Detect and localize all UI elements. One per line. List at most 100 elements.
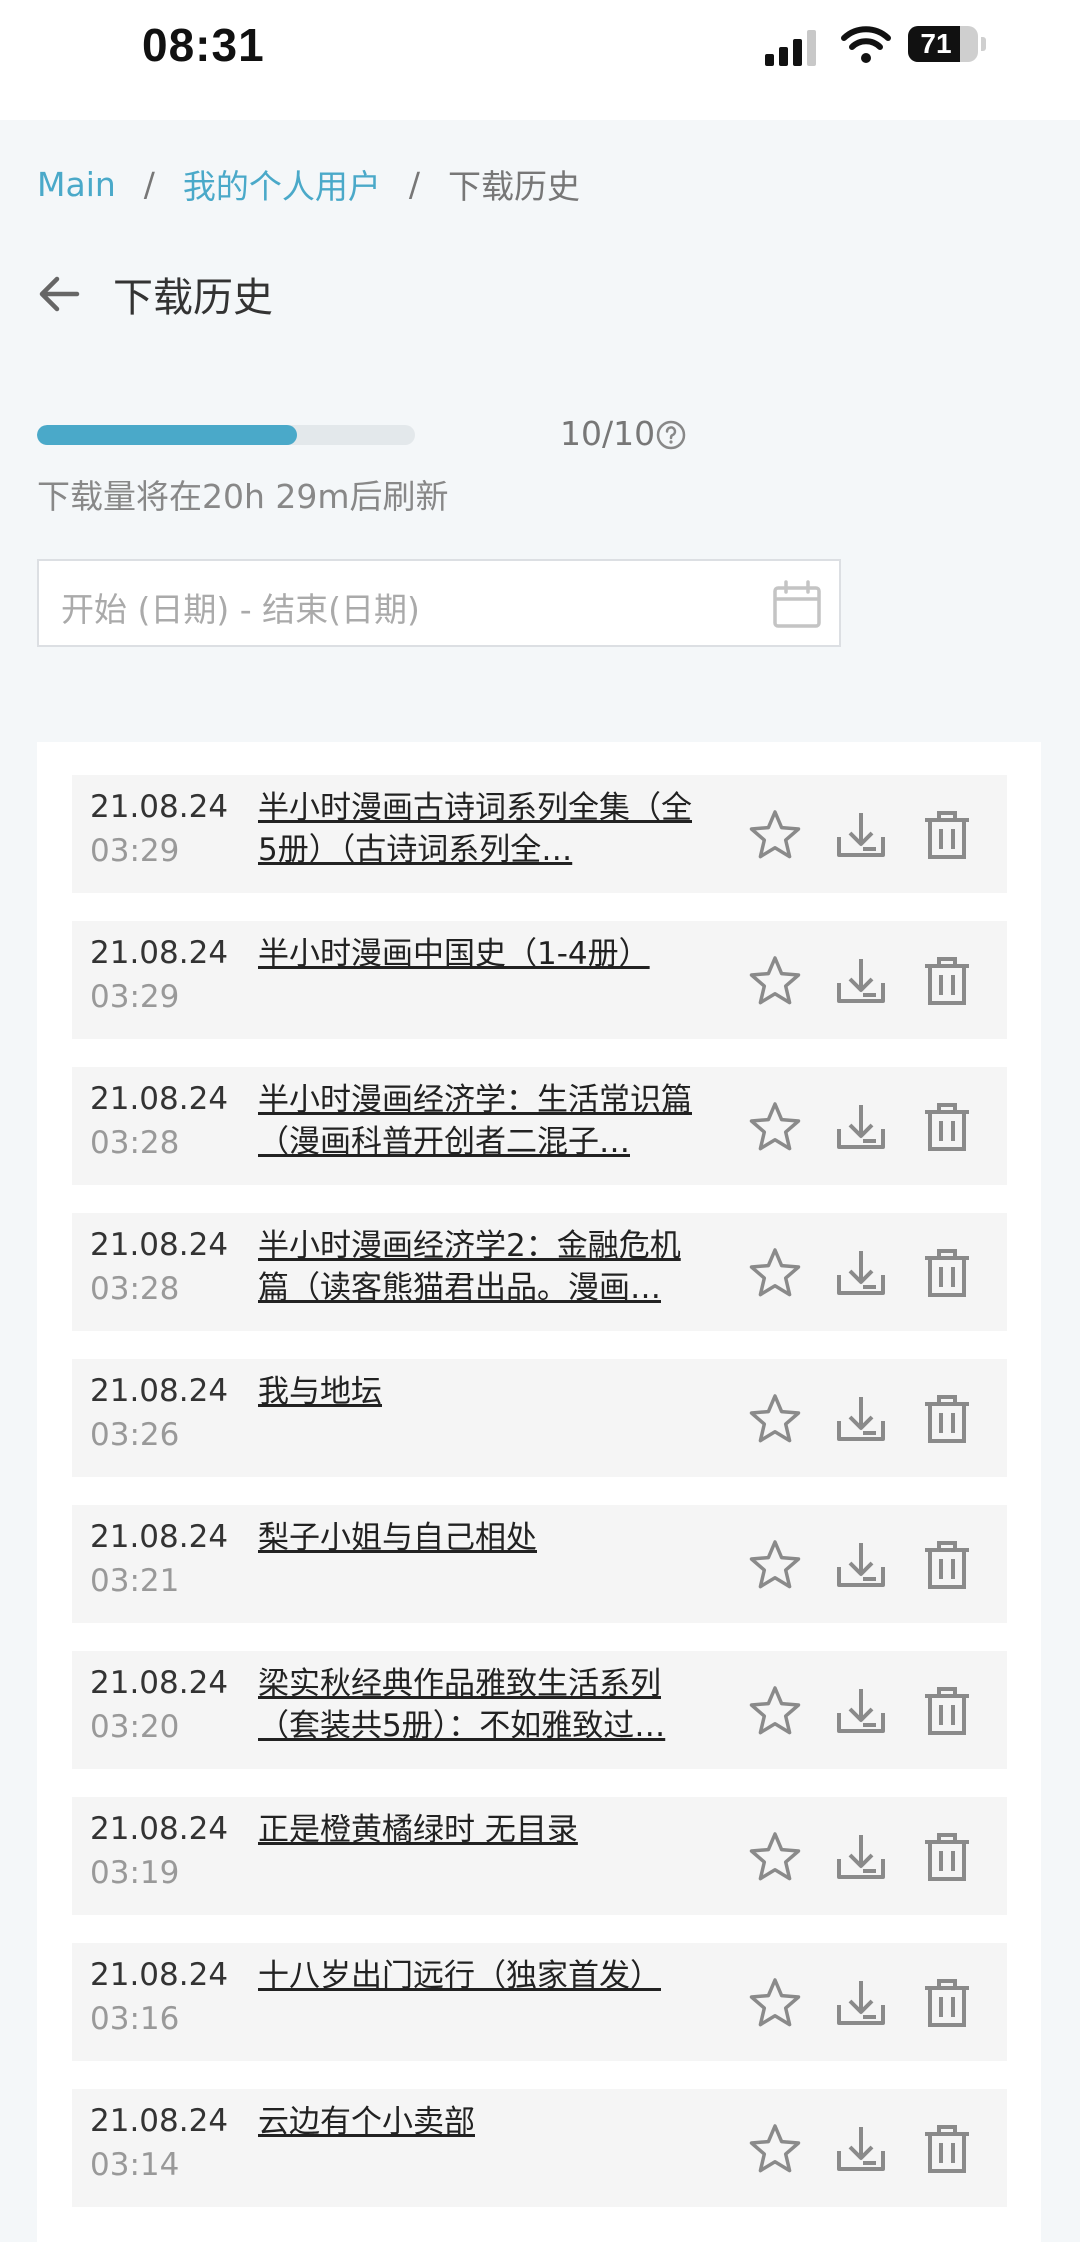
download-title-link[interactable]: 正是橙黄橘绿时 无目录 bbox=[258, 1809, 708, 1851]
download-title-link[interactable]: 我与地坛 bbox=[258, 1371, 708, 1413]
row-actions bbox=[747, 1829, 1005, 1885]
download-title-link[interactable]: 半小时漫画经济学2：金融危机篇（读客熊猫君出品。漫画… bbox=[258, 1225, 708, 1309]
download-title-link[interactable]: 半小时漫画中国史（1-4册） bbox=[258, 933, 708, 975]
download-title-link[interactable]: 半小时漫画古诗词系列全集（全5册）（古诗词系列全… bbox=[258, 787, 708, 871]
star-icon[interactable] bbox=[747, 1683, 803, 1739]
download-row: 21.08.24 03:28 半小时漫画经济学：生活常识篇（漫画科普开创者二混子… bbox=[72, 1067, 1007, 1185]
page-title: 下载历史 bbox=[113, 275, 273, 321]
star-icon[interactable] bbox=[747, 953, 803, 1009]
download-date: 21.08.24 bbox=[90, 1519, 229, 1555]
trash-icon[interactable] bbox=[919, 1245, 975, 1301]
star-icon[interactable] bbox=[747, 1099, 803, 1155]
row-actions bbox=[747, 1245, 1005, 1301]
download-history-list: 21.08.24 03:29 半小时漫画古诗词系列全集（全5册）（古诗词系列全… 21… bbox=[37, 742, 1041, 2242]
download-row: 21.08.24 03:14 云边有个小卖部 bbox=[72, 2089, 1007, 2207]
download-icon[interactable] bbox=[833, 807, 889, 863]
date-range-placeholder: 开始 (日期) - 结束(日期) bbox=[61, 590, 420, 629]
download-row: 21.08.24 03:28 半小时漫画经济学2：金融危机篇（读客熊猫君出品。漫画… bbox=[72, 1213, 1007, 1331]
signal-icon bbox=[765, 30, 816, 66]
download-time: 03:26 bbox=[90, 1417, 180, 1453]
download-quota-text: 10/10 bbox=[560, 414, 656, 453]
download-date: 21.08.24 bbox=[90, 1665, 229, 1701]
status-time: 08:31 bbox=[142, 19, 265, 71]
breadcrumb: Main / 我的个人用户 / 下载历史 bbox=[37, 160, 580, 208]
download-title-link[interactable]: 云边有个小卖部 bbox=[258, 2101, 708, 2143]
breadcrumb-main-link[interactable]: Main bbox=[37, 165, 116, 204]
trash-icon[interactable] bbox=[919, 1975, 975, 2031]
row-actions bbox=[747, 953, 1005, 1009]
row-actions bbox=[747, 1975, 1005, 2031]
download-icon[interactable] bbox=[833, 1099, 889, 1155]
download-title-link[interactable]: 梁实秋经典作品雅致生活系列（套装共5册）：不如雅致过… bbox=[258, 1663, 708, 1747]
download-date: 21.08.24 bbox=[90, 2103, 229, 2139]
row-actions bbox=[747, 807, 1005, 863]
battery-icon: 71 bbox=[908, 26, 986, 62]
download-title-link[interactable]: 半小时漫画经济学：生活常识篇（漫画科普开创者二混子… bbox=[258, 1079, 708, 1163]
download-row: 21.08.24 03:21 梨子小姐与自己相处 bbox=[72, 1505, 1007, 1623]
breadcrumb-separator: / bbox=[143, 164, 155, 204]
back-arrow-icon[interactable] bbox=[37, 272, 81, 316]
help-icon[interactable] bbox=[655, 419, 687, 451]
download-icon[interactable] bbox=[833, 953, 889, 1009]
download-quota-bar bbox=[37, 425, 415, 445]
date-range-input[interactable]: 开始 (日期) - 结束(日期) bbox=[37, 559, 841, 647]
download-row: 21.08.24 03:19 正是橙黄橘绿时 无目录 bbox=[72, 1797, 1007, 1915]
download-quota-fill bbox=[37, 425, 297, 445]
trash-icon[interactable] bbox=[919, 953, 975, 1009]
star-icon[interactable] bbox=[747, 2121, 803, 2177]
row-actions bbox=[747, 1099, 1005, 1155]
download-row: 21.08.24 03:29 半小时漫画古诗词系列全集（全5册）（古诗词系列全… bbox=[72, 775, 1007, 893]
download-title-link[interactable]: 梨子小姐与自己相处 bbox=[258, 1517, 708, 1559]
download-row: 21.08.24 03:16 十八岁出门远行（独家首发） bbox=[72, 1943, 1007, 2061]
download-time: 03:28 bbox=[90, 1125, 180, 1161]
breadcrumb-profile-link[interactable]: 我的个人用户 bbox=[183, 160, 381, 208]
wifi-icon bbox=[841, 26, 891, 63]
download-time: 03:21 bbox=[90, 1563, 180, 1599]
star-icon[interactable] bbox=[747, 1391, 803, 1447]
star-icon[interactable] bbox=[747, 1537, 803, 1593]
download-time: 03:20 bbox=[90, 1709, 180, 1745]
download-icon[interactable] bbox=[833, 1683, 889, 1739]
download-icon[interactable] bbox=[833, 1975, 889, 2031]
download-icon[interactable] bbox=[833, 1537, 889, 1593]
page-header: 下载历史 bbox=[37, 268, 273, 321]
download-date: 21.08.24 bbox=[90, 1811, 229, 1847]
star-icon[interactable] bbox=[747, 1829, 803, 1885]
row-actions bbox=[747, 1537, 1005, 1593]
trash-icon[interactable] bbox=[919, 1099, 975, 1155]
download-icon[interactable] bbox=[833, 1829, 889, 1885]
trash-icon[interactable] bbox=[919, 807, 975, 863]
download-time: 03:16 bbox=[90, 2001, 180, 2037]
trash-icon[interactable] bbox=[919, 1391, 975, 1447]
download-title-link[interactable]: 十八岁出门远行（独家首发） bbox=[258, 1955, 708, 1997]
trash-icon[interactable] bbox=[919, 1683, 975, 1739]
breadcrumb-separator: / bbox=[408, 164, 421, 204]
download-time: 03:28 bbox=[90, 1271, 180, 1307]
battery-level: 71 bbox=[920, 28, 952, 59]
download-row: 21.08.24 03:29 半小时漫画中国史（1-4册） bbox=[72, 921, 1007, 1039]
quota-refresh-note: 下载量将在20h 29m后刷新 bbox=[37, 477, 449, 516]
download-row: 21.08.24 03:26 我与地坛 bbox=[72, 1359, 1007, 1477]
download-icon[interactable] bbox=[833, 1245, 889, 1301]
row-actions bbox=[747, 2121, 1005, 2177]
row-actions bbox=[747, 1683, 1005, 1739]
star-icon[interactable] bbox=[747, 1245, 803, 1301]
download-date: 21.08.24 bbox=[90, 789, 229, 825]
download-date: 21.08.24 bbox=[90, 935, 229, 971]
star-icon[interactable] bbox=[747, 807, 803, 863]
download-date: 21.08.24 bbox=[90, 1081, 229, 1117]
trash-icon[interactable] bbox=[919, 1537, 975, 1593]
trash-icon[interactable] bbox=[919, 1829, 975, 1885]
download-row: 21.08.24 03:20 梁实秋经典作品雅致生活系列（套装共5册）：不如雅致过… bbox=[72, 1651, 1007, 1769]
status-bar: 08:31 71 bbox=[0, 0, 1080, 120]
trash-icon[interactable] bbox=[919, 2121, 975, 2177]
download-date: 21.08.24 bbox=[90, 1957, 229, 1993]
download-icon[interactable] bbox=[833, 2121, 889, 2177]
star-icon[interactable] bbox=[747, 1975, 803, 2031]
calendar-icon[interactable] bbox=[771, 579, 823, 631]
download-icon[interactable] bbox=[833, 1391, 889, 1447]
row-actions bbox=[747, 1391, 1005, 1447]
download-time: 03:29 bbox=[90, 833, 180, 869]
breadcrumb-current: 下载历史 bbox=[448, 167, 581, 206]
download-time: 03:29 bbox=[90, 979, 180, 1015]
